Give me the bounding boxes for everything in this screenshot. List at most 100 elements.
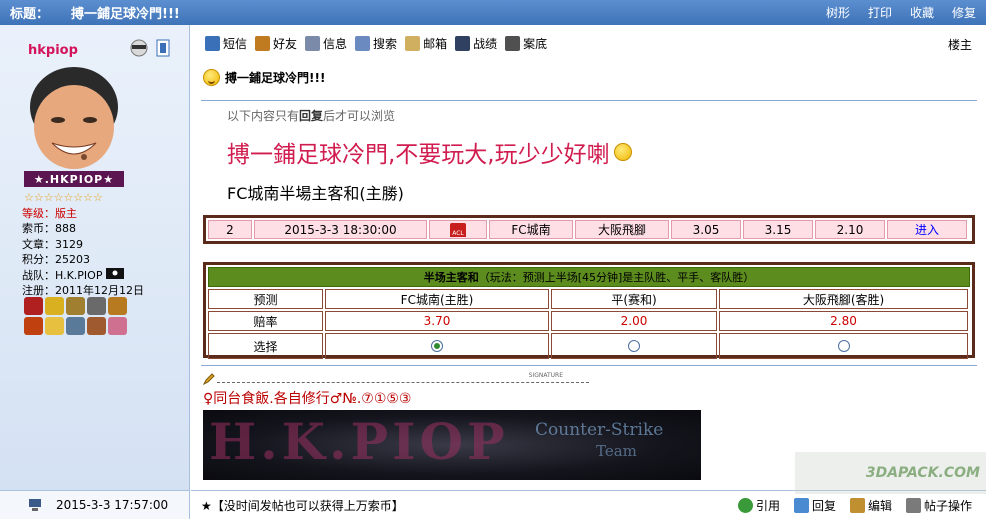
option-draw: 平(赛和): [551, 289, 717, 309]
match-odds-home: 3.05: [671, 220, 741, 239]
rank-row: 等级：版主: [22, 207, 77, 220]
medal-icon[interactable]: [66, 297, 85, 315]
toolbar-item-info[interactable]: 信息: [305, 35, 347, 52]
toolbar-item-mail[interactable]: 邮箱: [405, 35, 447, 52]
post-headline: 搏一鋪足球冷門,不要玩大,玩少少好喇: [227, 135, 632, 169]
username[interactable]: hkpiop: [28, 43, 78, 58]
post-subline: FC城南半場主客和(主勝): [227, 184, 404, 203]
reply-button[interactable]: 回复: [793, 497, 836, 514]
repair-link[interactable]: 修复: [952, 4, 976, 21]
smiley-icon: [203, 69, 220, 86]
post-actions-button[interactable]: 帖子操作: [905, 497, 972, 514]
coins-value: 888: [55, 222, 76, 236]
match-datetime: 2015-3-3 18:30:00: [254, 220, 427, 239]
pirate-flag-icon: [105, 267, 124, 279]
user-tags: [128, 39, 170, 59]
avatar[interactable]: [22, 65, 126, 173]
thread-title: 搏一鋪足球冷門!!!: [71, 7, 180, 22]
choose-label: 选择: [208, 333, 323, 359]
medal-list: [24, 297, 128, 335]
signature-image-title: H.K.PIOP: [209, 412, 509, 471]
option-away: 大阪飛腳(客胜): [719, 289, 968, 309]
register-value: 2011年12月12日: [55, 284, 144, 298]
medal-icon[interactable]: [108, 297, 127, 315]
floor-label: 楼主: [947, 38, 972, 52]
title-label: 标题：: [10, 7, 50, 22]
toolbar-item-message[interactable]: 短信: [205, 35, 247, 52]
tools-icon: [905, 497, 921, 513]
coin-notice-link[interactable]: ★【没时间发帖也可以获得上万索币】: [201, 497, 404, 514]
radio-draw[interactable]: [628, 340, 640, 352]
posts-value: 3129: [55, 237, 83, 251]
profile-icon[interactable]: [156, 39, 170, 57]
post-body: 短信 好友 信息 搜索 邮箱 战绩 案底 楼主 搏一鋪足球冷門!!! 以下内容只…: [191, 25, 986, 490]
quote-icon: [737, 497, 753, 513]
title-bar: 标题： 搏一鋪足球冷門!!! 树形 打印 收藏 修复: [0, 0, 986, 25]
odds-home: 3.70: [325, 311, 549, 331]
mail-icon: [405, 36, 421, 51]
signature-tag: SIGNATURE: [528, 371, 563, 379]
odds-draw: 2.00: [551, 311, 717, 331]
signature-image-team: Team: [596, 442, 637, 460]
computer-icon: [29, 499, 41, 511]
edit-button[interactable]: 编辑: [849, 497, 892, 514]
medal-icon[interactable]: [87, 297, 106, 315]
online-icon: [130, 39, 148, 57]
divider: [201, 100, 977, 101]
print-link[interactable]: 打印: [868, 4, 892, 21]
post-meta-footer: 2015-3-3 17:57:00: [0, 490, 190, 519]
toolbar-item-file[interactable]: 案底: [505, 35, 547, 52]
toolbar-item-friends[interactable]: 好友: [255, 35, 297, 52]
rank-value: 版主: [55, 207, 77, 220]
medal-icon[interactable]: [45, 317, 64, 335]
toolbar-item-record[interactable]: 战绩: [455, 35, 497, 52]
match-number: 2: [208, 220, 252, 239]
medal-icon[interactable]: [66, 317, 85, 335]
radio-home[interactable]: [431, 340, 443, 352]
enter-link[interactable]: 进入: [887, 220, 967, 239]
bet-row-odds: 赔率 3.70 2.00 2.80: [208, 311, 970, 331]
signature-image: H.K.PIOP Counter-Strike Team: [203, 410, 701, 480]
friends-icon: [255, 36, 271, 51]
title-tools: 树形 打印 收藏 修复: [826, 4, 976, 21]
medal-icon[interactable]: [108, 317, 127, 335]
medal-icon[interactable]: [87, 317, 106, 335]
reply-icon: [793, 497, 809, 513]
team-row: 战队：H.K.PIOP: [22, 267, 144, 283]
posts-row: 文章：3129: [22, 237, 83, 251]
signature-text: ♀同台食飯.各自修行♂№.⑦①⑤③: [203, 391, 412, 407]
toolbar-item-search[interactable]: 搜索: [355, 35, 397, 52]
edit-icon: [849, 497, 865, 513]
odds-away: 2.80: [719, 311, 968, 331]
page: 标题： 搏一鋪足球冷門!!! 树形 打印 收藏 修复 hkpiop ★.HKPI…: [0, 0, 986, 519]
message-icon: [205, 36, 220, 51]
post-title-text: 搏一鋪足球冷門!!!: [225, 71, 326, 85]
quote-button[interactable]: 引用: [737, 497, 780, 514]
divider: [201, 365, 977, 366]
medal-icon[interactable]: [24, 317, 43, 335]
bet-row-predict: 预测 FC城南(主胜) 平(赛和) 大阪飛腳(客胜): [208, 289, 970, 309]
bet-row-choose: 选择: [208, 333, 970, 359]
file-icon: [505, 36, 521, 51]
reply-required-note: 以下内容只有回复后才可以浏览: [227, 109, 396, 123]
match-home: FC城南: [489, 220, 573, 239]
option-home: FC城南(主胜): [325, 289, 549, 309]
user-info: 等级：版主 索币：888 文章：3129 积分：25203 战队：H.K.PIO…: [22, 206, 144, 298]
medal-icon[interactable]: [24, 297, 43, 315]
post-date: 2015-3-3 17:57:00: [56, 498, 169, 512]
favorite-link[interactable]: 收藏: [910, 4, 934, 21]
radio-away[interactable]: [837, 340, 850, 352]
league-badge: ACL: [429, 220, 487, 239]
medal-icon[interactable]: [45, 297, 64, 315]
post-actions: 引用 回复 编辑 帖子操作: [737, 497, 986, 514]
tree-view-link[interactable]: 树形: [826, 4, 850, 21]
signature-separator: SIGNATURE: [203, 371, 589, 386]
info-icon: [305, 36, 321, 51]
choose-away-cell: [719, 333, 968, 359]
record-icon: [455, 36, 471, 51]
signature-image-subtitle: Counter-Strike: [535, 420, 664, 440]
acl-logo-icon: ACL: [450, 222, 466, 237]
predict-label: 预测: [208, 289, 323, 309]
choose-home-cell: [325, 333, 549, 359]
team-value[interactable]: H.K.PIOP: [55, 269, 102, 282]
